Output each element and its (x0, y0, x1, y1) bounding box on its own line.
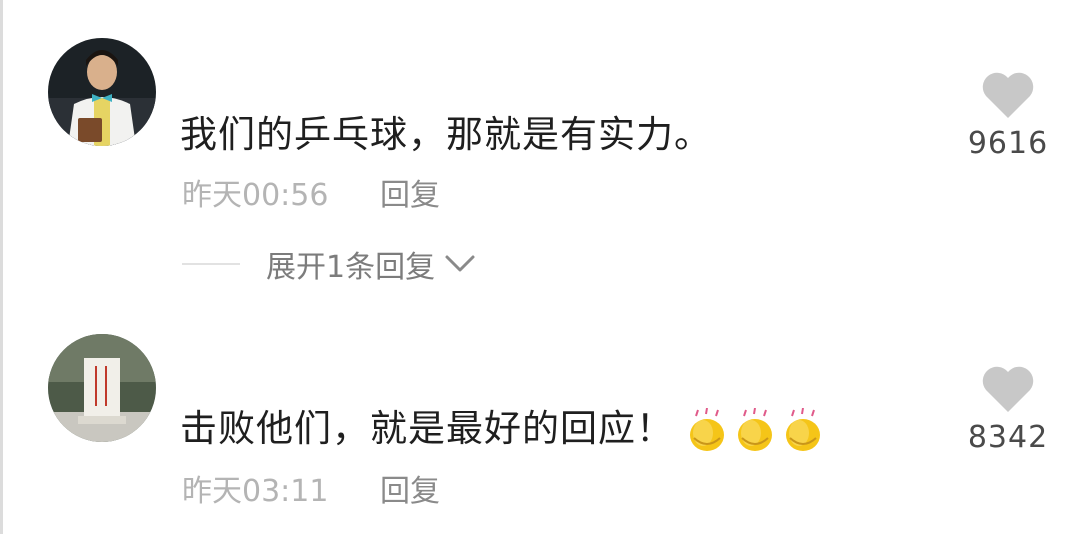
comment-text: 击败他们，就是最好的回应！ (180, 398, 826, 454)
user-avatar[interactable] (48, 334, 156, 442)
clapping-hands-icon (690, 407, 724, 451)
comment-text: 我们的乒乓球，那就是有实力。 (180, 113, 712, 156)
clapping-hands-icon (786, 407, 820, 451)
left-border (0, 0, 3, 534)
emoji-group (682, 407, 826, 454)
comment-timestamp: 昨天00:56 (182, 178, 329, 213)
comment-list: 我们的乒乓球，那就是有实力。 昨天00:56 回复 9616 展开1条回复 击败… (0, 0, 1080, 534)
person-bowtie-avatar (48, 38, 156, 146)
heart-icon (982, 366, 1034, 412)
reply-button[interactable]: 回复 (380, 170, 440, 214)
monument-avatar (48, 334, 156, 442)
clapping-hands-icon (738, 407, 772, 451)
like-count: 8342 (967, 420, 1049, 455)
chevron-down-icon (445, 255, 475, 272)
expand-replies-label: 展开1条回复 (266, 250, 436, 285)
comment-text-content: 击败他们，就是最好的回应！ (180, 407, 674, 450)
like-count: 9616 (967, 126, 1049, 161)
comment-timestamp: 昨天03:11 (182, 474, 329, 509)
like-button[interactable]: 8342 (960, 364, 1056, 455)
divider-line (182, 263, 240, 265)
expand-replies-button[interactable]: 展开1条回复 (182, 244, 477, 285)
user-avatar[interactable] (48, 38, 156, 146)
reply-button[interactable]: 回复 (380, 466, 440, 510)
like-button[interactable]: 9616 (960, 70, 1056, 161)
heart-icon (982, 72, 1034, 118)
